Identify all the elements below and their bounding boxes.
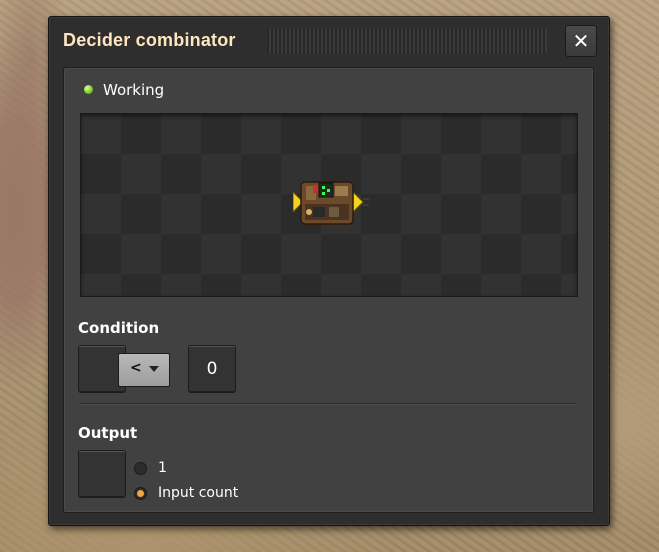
condition-heading: Condition — [78, 319, 160, 337]
radio-one[interactable] — [134, 462, 147, 475]
content-panel: Working Condition < 0 Output 1 Input cou… — [63, 67, 594, 513]
drag-handle[interactable] — [267, 28, 547, 54]
constant-slot[interactable]: 0 — [188, 345, 236, 393]
decider-combinator-icon — [293, 181, 369, 225]
status-label: Working — [103, 81, 165, 99]
close-icon: ✕ — [572, 29, 590, 53]
comparator-dropdown[interactable]: < — [118, 353, 170, 387]
decider-combinator-window: Decider combinator ✕ Working Condition <… — [48, 16, 610, 526]
close-button[interactable]: ✕ — [565, 25, 597, 57]
radio-input-count[interactable] — [134, 487, 147, 500]
chevron-down-icon — [149, 366, 159, 372]
section-divider — [80, 403, 576, 404]
output-option-label: 1 — [158, 460, 167, 476]
output-heading: Output — [78, 424, 138, 442]
entity-preview[interactable] — [80, 113, 578, 297]
output-signal-slot[interactable] — [78, 450, 126, 498]
radio-selected-dot — [137, 490, 144, 497]
titlebar[interactable]: Decider combinator ✕ — [63, 25, 597, 59]
window-title: Decider combinator — [63, 30, 236, 50]
output-option-label: Input count — [158, 485, 239, 501]
constant-value: 0 — [206, 359, 218, 379]
status-led-icon — [84, 85, 93, 94]
comparator-value: < — [130, 360, 142, 376]
